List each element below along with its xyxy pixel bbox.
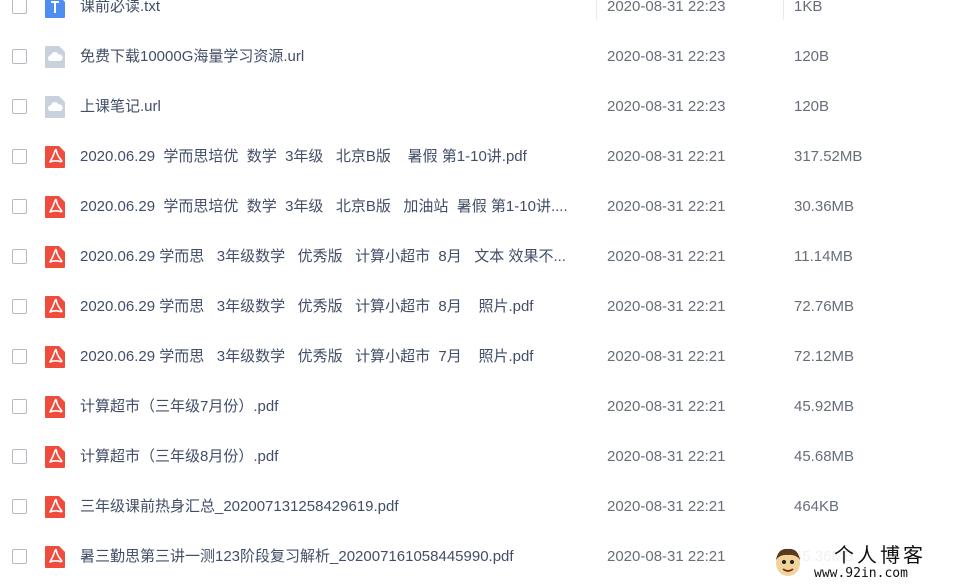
- file-size: 11.14MB: [794, 248, 853, 265]
- pdf-file-icon: [44, 495, 66, 519]
- file-row[interactable]: 计算超市（三年级8月份）.pdf 2020-08-31 22:21 45.68MB: [0, 432, 963, 482]
- row-checkbox[interactable]: [12, 549, 27, 564]
- watermark-title: 个人博客: [834, 543, 926, 567]
- row-checkbox[interactable]: [12, 249, 27, 264]
- pdf-file-icon: [44, 445, 66, 469]
- file-size: 45.68MB: [794, 448, 855, 465]
- row-checkbox[interactable]: [12, 499, 27, 514]
- file-modified-date: 2020-08-31 22:21: [607, 198, 726, 215]
- file-name[interactable]: 2020.06.29 学而思 3年级数学 优秀版 计算小超市 8月 照片.pdf: [80, 298, 590, 316]
- file-modified-date: 2020-08-31 22:21: [607, 298, 726, 315]
- file-name[interactable]: 免费下载10000G海量学习资源.url: [80, 48, 590, 66]
- row-checkbox[interactable]: [12, 49, 27, 64]
- file-name[interactable]: 上课笔记.url: [80, 98, 590, 116]
- row-checkbox[interactable]: [12, 99, 27, 114]
- file-name[interactable]: 2020.06.29 学而思 3年级数学 优秀版 计算小超市 8月 文本 效果不…: [80, 248, 590, 266]
- file-name[interactable]: 2020.06.29 学而思 3年级数学 优秀版 计算小超市 7月 照片.pdf: [80, 348, 590, 366]
- file-row[interactable]: 2020.06.29 学而思培优 数学 3年级 北京B版 暑假 第1-10讲.p…: [0, 132, 963, 182]
- file-name[interactable]: 暑三勤思第三讲一测123阶段复习解析_202007161058445990.pd…: [80, 548, 590, 566]
- file-row[interactable]: 2020.06.29 学而思 3年级数学 优秀版 计算小超市 7月 照片.pdf…: [0, 332, 963, 382]
- file-modified-date: 2020-08-31 22:23: [607, 98, 726, 115]
- file-size: 464KB: [794, 498, 840, 515]
- file-size: 72.76MB: [794, 298, 855, 315]
- row-checkbox[interactable]: [12, 399, 27, 414]
- file-row[interactable]: 上课笔记.url 2020-08-31 22:23 120B: [0, 82, 963, 132]
- file-modified-date: 2020-08-31 22:21: [607, 248, 726, 265]
- file-size: 72.12MB: [794, 348, 855, 365]
- file-size: 120B: [794, 98, 830, 115]
- file-size: 317.52MB: [794, 148, 863, 165]
- url-file-icon: [44, 45, 66, 69]
- file-row[interactable]: 2020.06.29 学而思培优 数学 3年级 北京B版 加油站 暑假 第1-1…: [0, 182, 963, 232]
- file-row[interactable]: 课前必读.txt 2020-08-31 22:23 1KB: [0, 0, 963, 32]
- row-checkbox[interactable]: [12, 199, 27, 214]
- pdf-file-icon: [44, 145, 66, 169]
- avatar-face-icon: [776, 548, 800, 576]
- pdf-file-icon: [44, 295, 66, 319]
- file-modified-date: 2020-08-31 22:23: [607, 0, 726, 15]
- watermark-url: www.92in.com: [814, 566, 908, 581]
- file-modified-date: 2020-08-31 22:21: [607, 148, 726, 165]
- file-modified-date: 2020-08-31 22:23: [607, 48, 726, 65]
- row-checkbox[interactable]: [12, 449, 27, 464]
- file-row[interactable]: 三年级课前热身汇总_202007131258429619.pdf 2020-08-…: [0, 482, 963, 532]
- file-name[interactable]: 三年级课前热身汇总_202007131258429619.pdf: [80, 498, 590, 516]
- file-row[interactable]: 2020.06.29 学而思 3年级数学 优秀版 计算小超市 8月 照片.pdf…: [0, 282, 963, 332]
- pdf-file-icon: [44, 345, 66, 369]
- file-list: 课前必读.txt 2020-08-31 22:23 1KB 免费下载10000G海量学…: [0, 0, 963, 582]
- file-size: 45.92MB: [794, 398, 855, 415]
- file-modified-date: 2020-08-31 22:21: [607, 398, 726, 415]
- file-size: 1KB: [794, 0, 823, 15]
- watermark: 个人博客 www.92in.com: [766, 540, 963, 585]
- row-checkbox[interactable]: [12, 149, 27, 164]
- file-modified-date: 2020-08-31 22:21: [607, 348, 726, 365]
- file-row[interactable]: 计算超市（三年级7月份）.pdf 2020-08-31 22:21 45.92MB: [0, 382, 963, 432]
- file-size: 120B: [794, 48, 830, 65]
- pdf-file-icon: [44, 395, 66, 419]
- row-checkbox[interactable]: [12, 0, 27, 14]
- txt-file-icon: [44, 0, 66, 19]
- file-size: 30.36MB: [794, 198, 855, 215]
- pdf-file-icon: [44, 195, 66, 219]
- file-row[interactable]: 2020.06.29 学而思 3年级数学 优秀版 计算小超市 8月 文本 效果不…: [0, 232, 963, 282]
- file-modified-date: 2020-08-31 22:21: [607, 548, 726, 565]
- file-name[interactable]: 2020.06.29 学而思培优 数学 3年级 北京B版 暑假 第1-10讲.p…: [80, 148, 590, 166]
- file-name[interactable]: 2020.06.29 学而思培优 数学 3年级 北京B版 加油站 暑假 第1-1…: [80, 198, 590, 216]
- file-row[interactable]: 免费下载10000G海量学习资源.url 2020-08-31 22:23 120B: [0, 32, 963, 82]
- pdf-file-icon: [44, 245, 66, 269]
- file-modified-date: 2020-08-31 22:21: [607, 498, 726, 515]
- pdf-file-icon: [44, 545, 66, 569]
- row-checkbox[interactable]: [12, 299, 27, 314]
- row-checkbox[interactable]: [12, 349, 27, 364]
- file-modified-date: 2020-08-31 22:21: [607, 448, 726, 465]
- url-file-icon: [44, 95, 66, 119]
- file-name[interactable]: 课前必读.txt: [80, 0, 590, 16]
- file-name[interactable]: 计算超市（三年级7月份）.pdf: [80, 398, 590, 416]
- file-name[interactable]: 计算超市（三年级8月份）.pdf: [80, 448, 590, 466]
